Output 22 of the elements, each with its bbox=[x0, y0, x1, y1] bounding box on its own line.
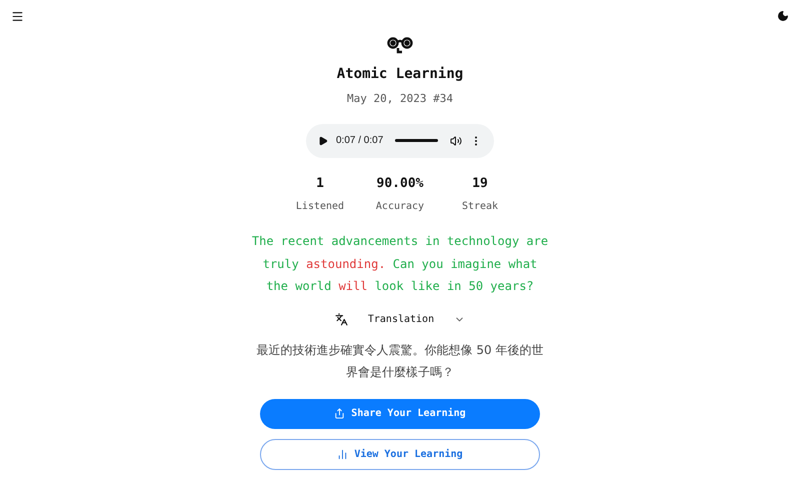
share-icon bbox=[334, 408, 346, 419]
translation-text: 最近的技術進步確實令人震驚。你能想像 50 年後的世界會是什麼樣子嗎？ bbox=[256, 342, 544, 380]
stat-label: Listened bbox=[296, 200, 344, 214]
stat-value: 19 bbox=[472, 174, 488, 192]
stat-value: 90.00% bbox=[376, 174, 424, 192]
app-title: Atomic Learning bbox=[336, 65, 464, 84]
sentence-text: The recent advancements in technology are truly astounding. Can you imagine what the world will look like in 50 years? bbox=[250, 233, 550, 295]
volume-button[interactable] bbox=[450, 134, 462, 146]
translation-toggle[interactable]: Translation bbox=[335, 312, 465, 326]
bar-chart-icon bbox=[337, 448, 348, 460]
audio-time: 0:07 / 0:07 bbox=[336, 134, 384, 148]
stat-label: Streak bbox=[462, 200, 498, 214]
share-button[interactable]: Share Your Learning bbox=[260, 398, 540, 428]
glasses-logo-icon bbox=[387, 36, 413, 54]
view-button[interactable]: View Your Learning bbox=[260, 438, 540, 470]
menu-button[interactable] bbox=[10, 9, 24, 23]
translate-icon bbox=[335, 312, 348, 326]
dark-mode-button[interactable] bbox=[776, 9, 790, 23]
play-button[interactable] bbox=[318, 136, 328, 146]
stat-label: Accuracy bbox=[376, 200, 424, 214]
stat-value: 1 bbox=[316, 174, 324, 192]
date-subtitle: May 20, 2023 #34 bbox=[347, 91, 453, 107]
